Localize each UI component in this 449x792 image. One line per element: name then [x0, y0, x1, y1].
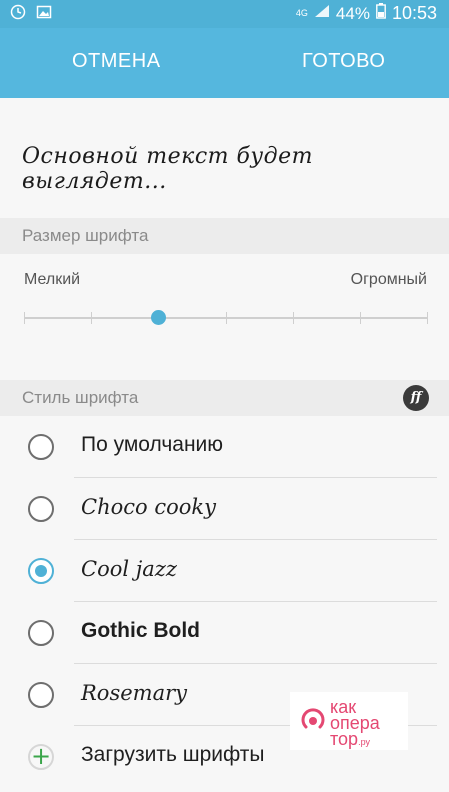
font-size-header: Размер шрифта [0, 218, 449, 254]
cancel-button[interactable]: ОТМЕНА [72, 50, 161, 73]
slider-tick [427, 312, 428, 324]
font-size-area: Мелкий Огромный [0, 254, 449, 380]
action-bar: ОТМЕНА ГОТОВО [0, 28, 449, 98]
broadcast-icon [298, 704, 328, 734]
font-option-choco-cooky[interactable]: Choco cooky [0, 478, 449, 540]
done-button[interactable]: ГОТОВО [302, 50, 385, 73]
font-option-label: Rosemary [81, 681, 187, 705]
font-option-label: Cool jazz [81, 557, 177, 581]
slider-tick [24, 312, 25, 324]
font-preview: Основной текст будет выглядет... [0, 98, 449, 218]
battery-percent: 44% [335, 3, 370, 23]
watermark-suffix: .ру [358, 737, 370, 747]
font-option-label: По умолчанию [81, 433, 224, 456]
font-option-cool-jazz[interactable]: Cool jazz [0, 540, 449, 602]
radio-button[interactable] [28, 682, 54, 708]
status-bar: 4G 44% 10:53 [0, 0, 449, 28]
font-size-slider[interactable] [24, 308, 428, 328]
font-ff-icon[interactable]: ff [403, 385, 429, 411]
signal-icon [314, 4, 330, 23]
slider-tick [226, 312, 227, 324]
clock: 10:53 [391, 3, 437, 23]
battery-icon [376, 3, 386, 24]
font-style-header: Стиль шрифта ff [0, 380, 449, 416]
watermark-line3-text: тор [330, 729, 359, 749]
watermark-line3: тор.ру [330, 730, 370, 751]
radio-button[interactable] [28, 496, 54, 522]
font-option-label: Choco cooky [81, 495, 216, 519]
network-type: 4G [295, 8, 308, 18]
slider-tick [91, 312, 92, 324]
preview-text: Основной текст будет выглядет... [22, 144, 314, 194]
font-option-gothic-bold[interactable]: Gothic Bold [0, 602, 449, 664]
font-option-default[interactable]: По умолчанию [0, 416, 449, 478]
slider-thumb[interactable] [151, 310, 166, 325]
download-fonts-label: Загрузить шрифты [81, 743, 265, 766]
alarm-icon [10, 4, 26, 24]
font-size-header-label: Размер шрифта [22, 226, 149, 245]
radio-button-selected[interactable] [28, 558, 54, 584]
plus-icon: + [28, 744, 54, 770]
image-icon [36, 4, 52, 24]
font-option-label: Gothic Bold [81, 619, 200, 642]
radio-button[interactable] [28, 620, 54, 646]
font-style-header-label: Стиль шрифта [22, 388, 139, 407]
slider-tick [293, 312, 294, 324]
font-size-max-label: Огромный [350, 271, 427, 288]
font-size-min-label: Мелкий [24, 271, 81, 288]
slider-tick [360, 312, 361, 324]
watermark-logo: как опера тор.ру [290, 692, 408, 750]
radio-button[interactable] [28, 434, 54, 460]
